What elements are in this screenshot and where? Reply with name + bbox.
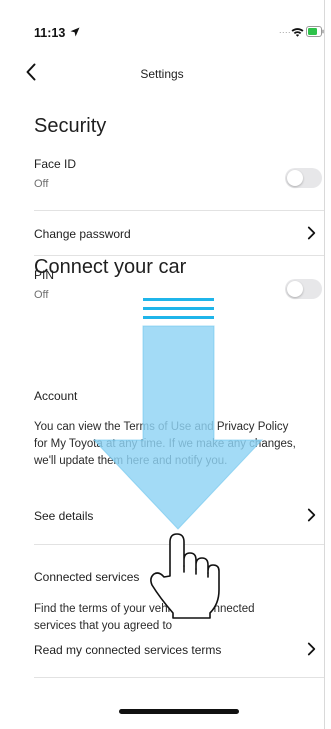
toggle-knob bbox=[287, 170, 303, 186]
connect-your-car-title: Connect your car bbox=[34, 256, 187, 278]
chevron-right-icon[interactable] bbox=[307, 642, 316, 656]
account-description-line: we'll update them here and notify you. bbox=[34, 455, 228, 467]
see-details-link[interactable]: See details bbox=[34, 509, 93, 523]
page-title: Settings bbox=[140, 67, 184, 81]
status-time: 11:13 bbox=[34, 26, 66, 40]
connected-services-description-line: services that you agreed to bbox=[34, 620, 173, 632]
pin-status: Off bbox=[34, 289, 49, 301]
connected-services-description-line: Find the terms of your vehicle(s) connec… bbox=[34, 603, 255, 615]
face-id-toggle[interactable] bbox=[285, 168, 322, 188]
account-description-line: You can view the Terms of Use and Privac… bbox=[34, 421, 289, 433]
change-password-label: Change password bbox=[34, 227, 131, 241]
wifi-icon bbox=[291, 28, 304, 37]
divider bbox=[34, 544, 324, 545]
account-heading: Account bbox=[34, 389, 78, 403]
app-screen: 11:13 .... Settings Security Face ID Off… bbox=[0, 0, 325, 729]
read-terms-link[interactable]: Read my connected services terms bbox=[34, 643, 221, 657]
face-id-status: Off bbox=[34, 178, 49, 190]
account-description: You can view the Terms of Use and Privac… bbox=[34, 419, 324, 470]
chevron-right-icon[interactable] bbox=[307, 226, 316, 240]
account-description-line: for My Toyota at any time. If we make an… bbox=[34, 438, 296, 450]
divider bbox=[34, 677, 324, 678]
pin-toggle[interactable] bbox=[285, 279, 322, 299]
home-indicator bbox=[119, 709, 239, 714]
face-id-label: Face ID bbox=[34, 157, 77, 171]
toggle-knob bbox=[287, 281, 303, 297]
divider bbox=[34, 210, 324, 211]
battery-icon bbox=[306, 26, 324, 37]
location-arrow-icon bbox=[70, 27, 80, 37]
connected-services-heading: Connected services bbox=[34, 570, 140, 584]
chevron-right-icon[interactable] bbox=[307, 508, 316, 522]
connected-services-description: Find the terms of your vehicle(s) connec… bbox=[34, 601, 324, 635]
signal-dots: .... bbox=[279, 25, 292, 35]
section-title-security: Security bbox=[34, 115, 107, 137]
